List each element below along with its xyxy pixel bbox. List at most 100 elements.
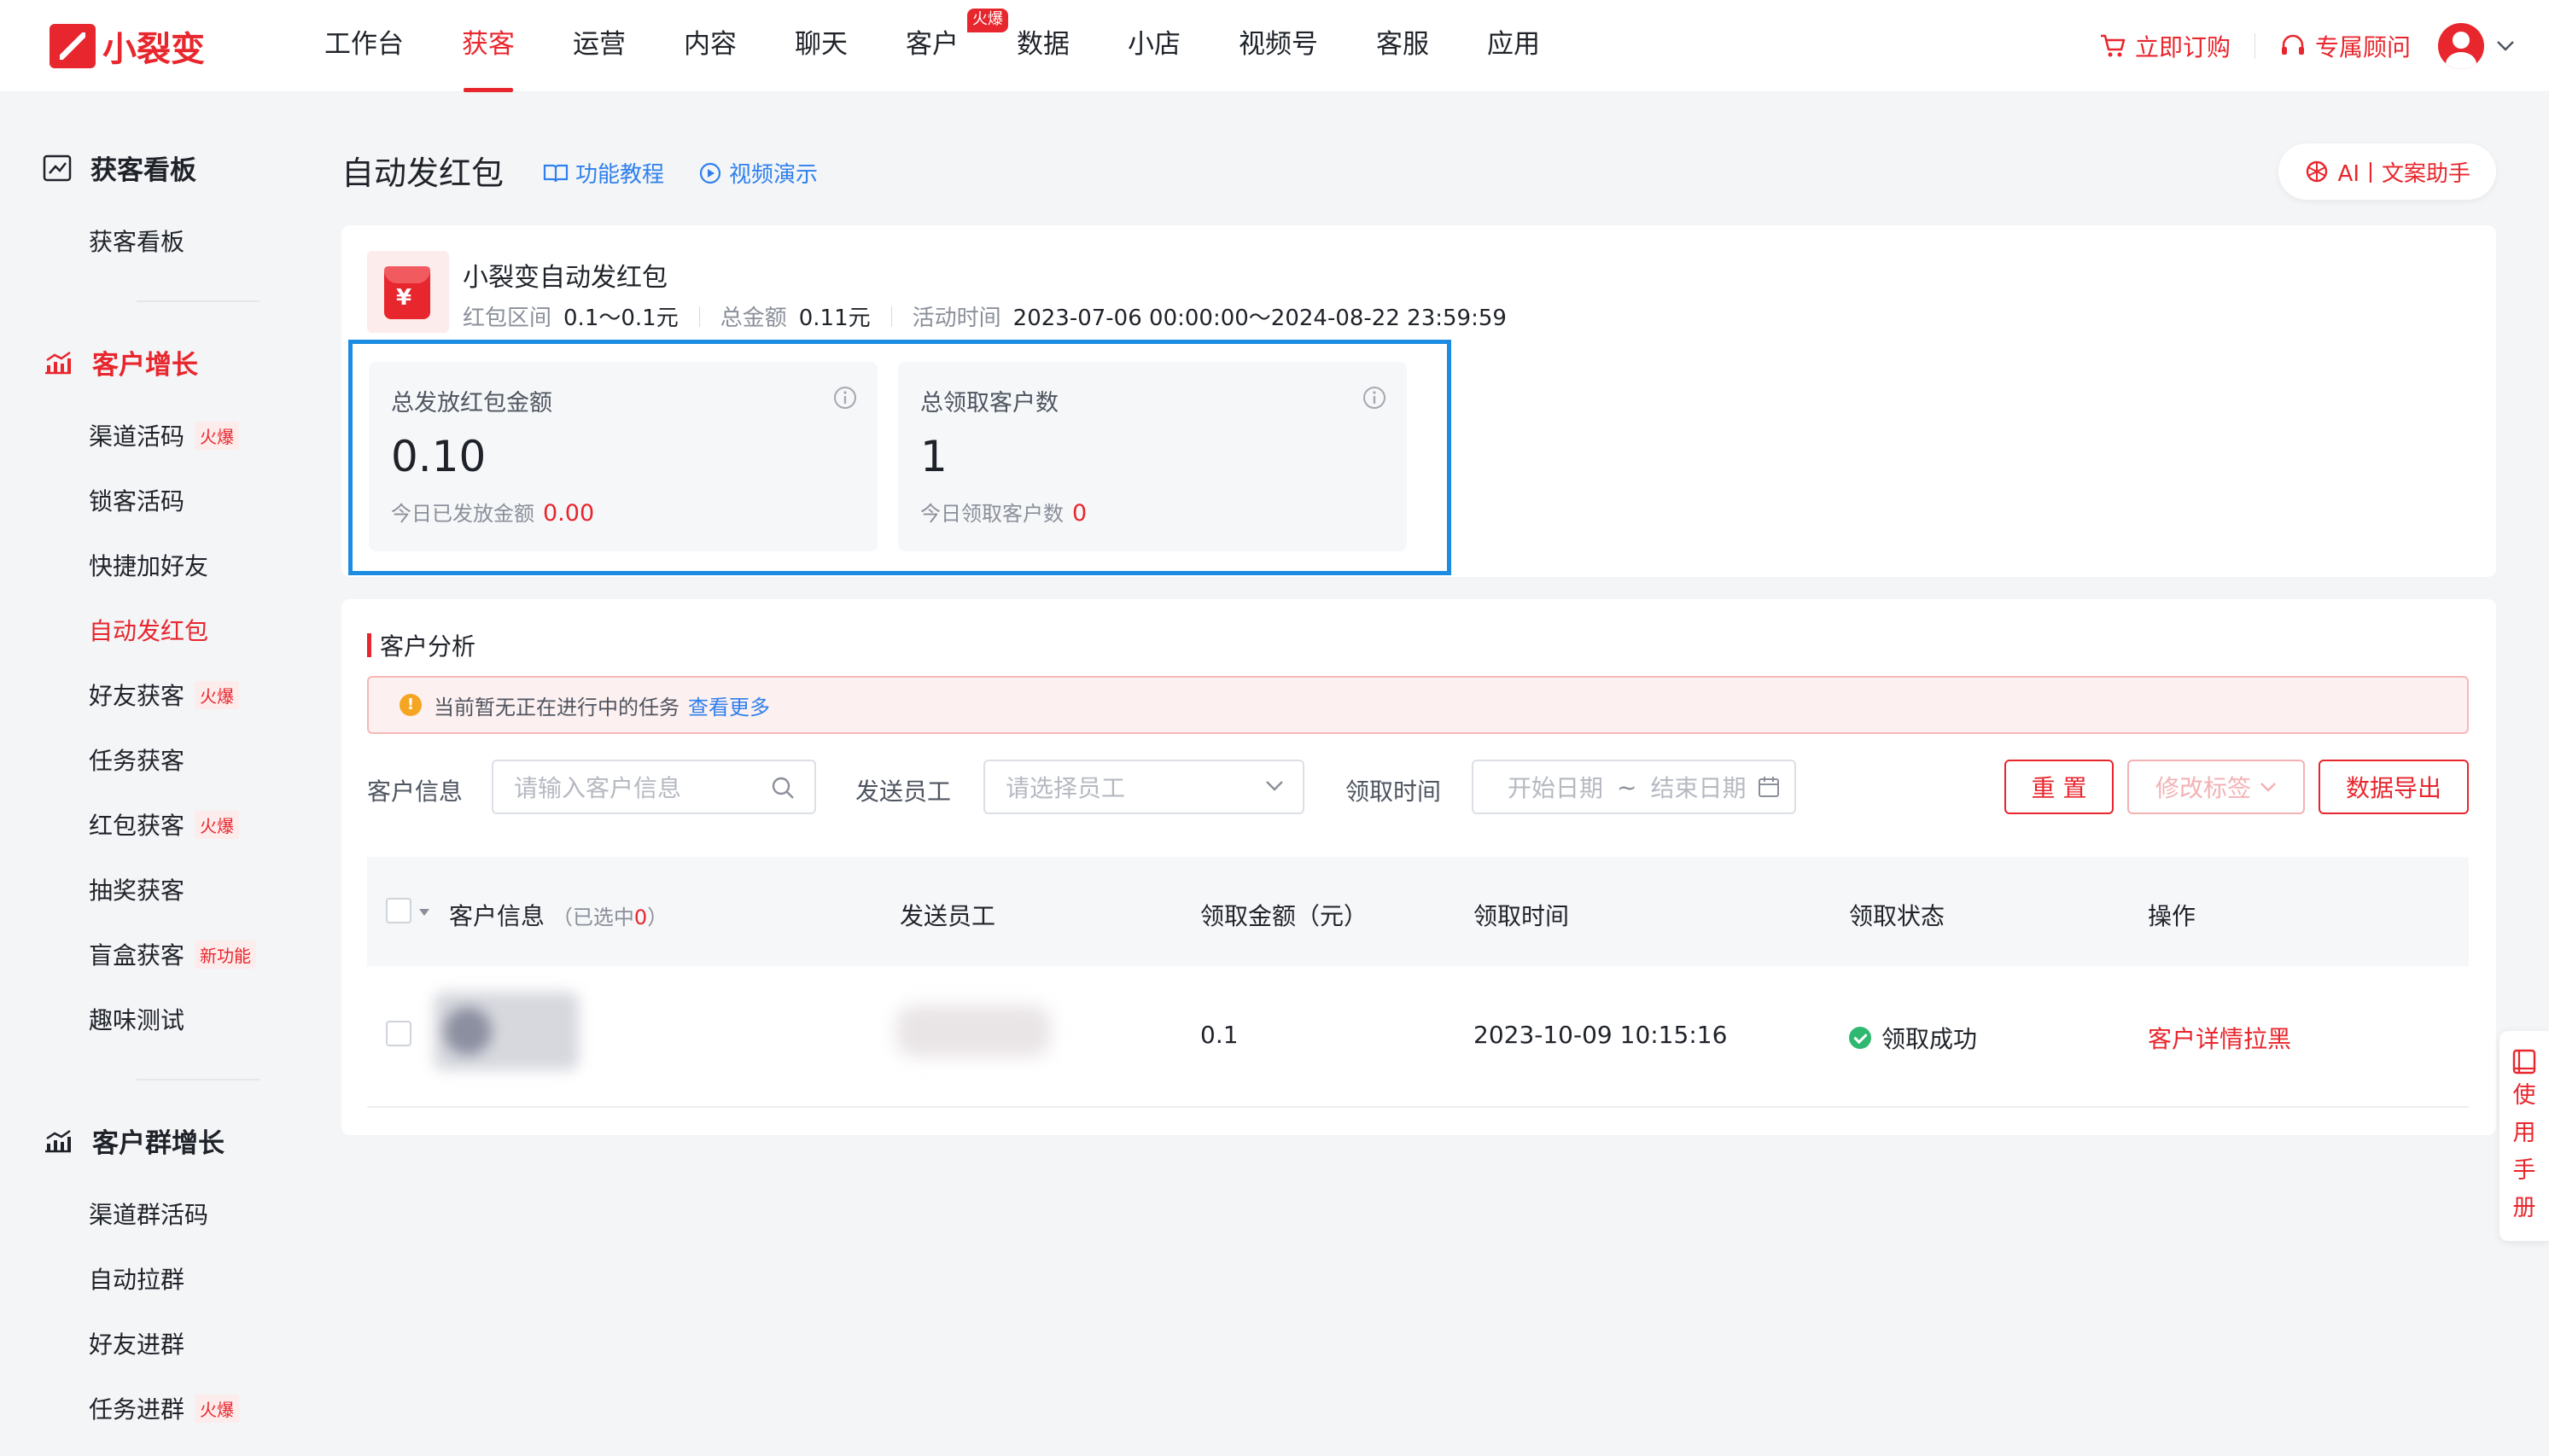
brand-logo[interactable]: 小裂变 xyxy=(50,20,205,72)
sidebar-item-lock-qr[interactable]: 锁客活码 xyxy=(89,483,184,517)
nav-customers[interactable]: 客户 火爆 xyxy=(906,0,1008,92)
search-icon[interactable] xyxy=(770,775,796,801)
sidebar-item-label: 红包获客 xyxy=(89,812,185,840)
logo-icon xyxy=(50,24,96,68)
sidebar-item-blindbox-acquire[interactable]: 盲盒获客 新功能 xyxy=(89,937,257,971)
sidebar-item-channel-group-qr[interactable]: 渠道群活码 xyxy=(89,1197,208,1231)
nav-apps[interactable]: 应用 xyxy=(1487,0,1540,92)
reset-button[interactable]: 重 置 xyxy=(2004,760,2114,814)
date-range-picker[interactable]: 开始日期 ~ 结束日期 xyxy=(1472,760,1796,814)
sidebar-item-friend-join-group[interactable]: 好友进群 xyxy=(89,1326,184,1360)
top-right-actions: 立即订购 专属顾问 xyxy=(2099,0,2515,92)
nav-data[interactable]: 数据 xyxy=(1017,0,1070,92)
stats-highlight-box xyxy=(348,340,1451,575)
start-date-placeholder[interactable]: 开始日期 xyxy=(1508,770,1603,804)
campaign-name: 小裂变自动发红包 xyxy=(463,263,668,293)
advisor-label: 专属顾问 xyxy=(2314,33,2411,61)
sidebar-divider xyxy=(137,300,260,302)
date-range-separator: ~ xyxy=(1617,772,1637,801)
column-header-customer: 客户信息 （已选中0） xyxy=(449,898,668,932)
chevron-down-icon[interactable] xyxy=(2496,40,2515,52)
sidebar-group-label: 客户群增长 xyxy=(92,1128,225,1159)
selected-count: （已选中0） xyxy=(551,906,668,929)
staff-select[interactable]: 请选择员工 xyxy=(983,760,1304,814)
manual-book-icon xyxy=(2512,1049,2536,1075)
check-circle-icon xyxy=(1849,1027,1871,1049)
caret-down-icon[interactable] xyxy=(418,908,430,917)
sidebar-item-fun-test[interactable]: 趣味测试 xyxy=(89,1002,184,1036)
time-filter-label: 领取时间 xyxy=(1345,778,1442,806)
ai-copywriting-button[interactable]: AI丨文案助手 xyxy=(2278,143,2496,200)
nav-channels[interactable]: 视频号 xyxy=(1239,0,1318,92)
ai-button-label: AI丨文案助手 xyxy=(2337,160,2470,187)
nav-chat[interactable]: 聊天 xyxy=(795,0,848,92)
sidebar-item-auto-redpacket[interactable]: 自动发红包 xyxy=(89,613,208,647)
sidebar-item-auto-pull-group[interactable]: 自动拉群 xyxy=(89,1261,184,1296)
export-button[interactable]: 数据导出 xyxy=(2319,760,2469,814)
nav-workbench[interactable]: 工作台 xyxy=(324,0,404,92)
divider xyxy=(2254,33,2255,59)
tutorial-link[interactable]: 功能教程 xyxy=(543,157,664,189)
select-all-checkbox[interactable] xyxy=(386,898,411,923)
divider xyxy=(890,306,892,327)
selected-count-value: 0 xyxy=(633,906,648,929)
book-icon xyxy=(543,164,569,182)
new-tag: 新功能 xyxy=(195,940,257,969)
manual-char: 使 xyxy=(2512,1082,2536,1109)
page-title: 自动发红包 xyxy=(341,154,505,192)
customer-avatar-blurred[interactable] xyxy=(434,992,579,1070)
sidebar-item-task-join-group[interactable]: 任务进群 火爆 xyxy=(89,1391,240,1425)
hot-tag: 火爆 xyxy=(195,680,240,709)
customer-filter-label: 客户信息 xyxy=(367,778,464,806)
column-header-actions: 操作 xyxy=(2148,902,2196,930)
user-avatar[interactable] xyxy=(2438,23,2484,69)
row-actions[interactable]: 客户详情拉黑 xyxy=(2148,1021,2291,1055)
sidebar-item-friend-acquire[interactable]: 好友获客 火爆 xyxy=(89,678,240,712)
analysis-title: 客户分析 xyxy=(367,628,475,662)
table-row: 0.1 2023-10-09 10:15:16 领取成功 客户详情拉黑 xyxy=(367,966,2469,1108)
subscribe-link[interactable]: 立即订购 xyxy=(2099,29,2231,63)
sidebar-item-quick-add[interactable]: 快捷加好友 xyxy=(89,548,208,582)
alert-text: 当前暂无正在进行中的任务 xyxy=(434,695,680,719)
column-header-label: 客户信息 xyxy=(449,902,545,930)
customer-search-input[interactable]: 请输入客户信息 xyxy=(492,760,816,814)
sidebar-item-task-acquire[interactable]: 任务获客 xyxy=(89,743,184,777)
total-label: 总金额 xyxy=(720,306,787,331)
red-envelope-icon: ¥ xyxy=(367,251,449,333)
end-date-placeholder[interactable]: 结束日期 xyxy=(1650,770,1746,804)
nav-shop[interactable]: 小店 xyxy=(1128,0,1181,92)
sidebar-item-channel-qr[interactable]: 渠道活码 火爆 xyxy=(89,418,240,452)
sidebar-group-customer-growth: 客户增长 xyxy=(43,343,198,381)
cart-icon xyxy=(2100,34,2126,57)
subscribe-label: 立即订购 xyxy=(2134,33,2231,61)
advisor-link[interactable]: 专属顾问 xyxy=(2279,29,2411,63)
ai-knot-icon xyxy=(2306,160,2327,183)
time-cell: 2023-10-09 10:15:16 xyxy=(1473,1021,1728,1049)
row-checkbox[interactable] xyxy=(386,1021,411,1046)
user-manual-button[interactable]: 使 用 手 册 xyxy=(2499,1031,2549,1241)
view-more-link[interactable]: 查看更多 xyxy=(688,690,770,720)
nav-operations[interactable]: 运营 xyxy=(573,0,626,92)
nav-service[interactable]: 客服 xyxy=(1376,0,1429,92)
sidebar-item-redpacket-acquire[interactable]: 红包获客 火爆 xyxy=(89,807,240,842)
growth-chart-icon xyxy=(45,351,71,374)
edit-tags-button[interactable]: 修改标签 xyxy=(2127,760,2305,814)
brand-name: 小裂变 xyxy=(102,30,205,69)
nav-acquisition[interactable]: 获客 xyxy=(462,0,515,92)
total-value: 0.11元 xyxy=(798,306,871,331)
amount-cell: 0.1 xyxy=(1200,1021,1239,1049)
line-chart-icon xyxy=(43,154,72,181)
video-label: 视频演示 xyxy=(729,162,819,188)
video-link[interactable]: 视频演示 xyxy=(698,157,818,189)
sidebar-item-dashboard[interactable]: 获客看板 xyxy=(89,224,184,258)
sidebar-group-dashboard: 获客看板 xyxy=(43,149,196,187)
sidebar-item-lottery-acquire[interactable]: 抽奖获客 xyxy=(89,872,184,906)
range-value: 0.1～0.1元 xyxy=(563,306,679,331)
staff-filter-label: 发送员工 xyxy=(855,778,952,806)
headset-icon xyxy=(2281,34,2304,55)
growth-chart-icon xyxy=(45,1129,71,1152)
customer-search-placeholder: 请输入客户信息 xyxy=(514,774,682,802)
nav-content[interactable]: 内容 xyxy=(684,0,737,92)
sidebar-item-label: 渠道活码 xyxy=(89,422,185,451)
manual-char: 手 xyxy=(2512,1157,2536,1184)
